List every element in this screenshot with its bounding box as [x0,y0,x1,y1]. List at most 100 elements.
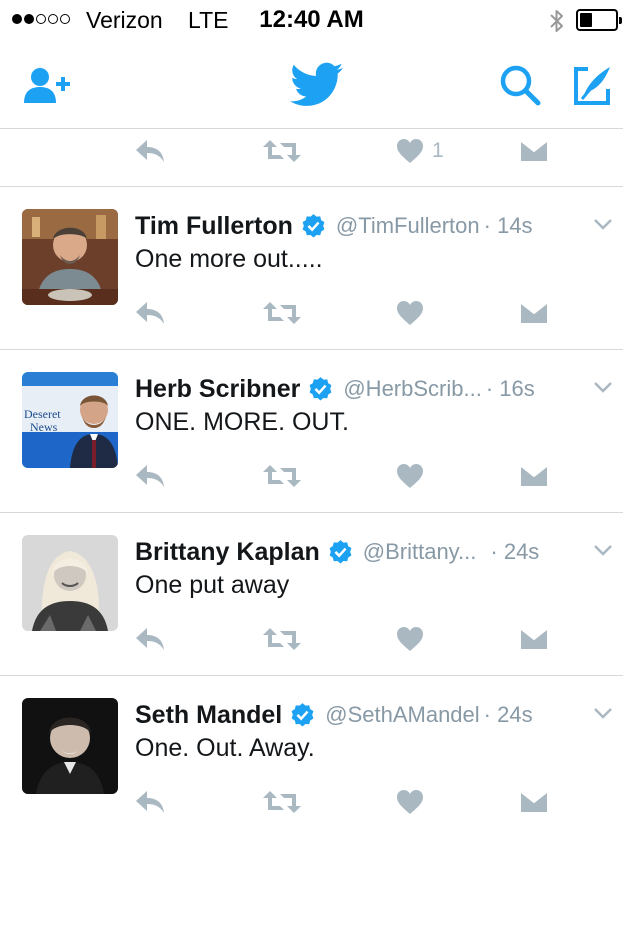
tweet-actions [0,912,623,952]
chevron-down-icon [594,545,612,556]
tweet-header: Herb Scribner @HerbScrib... · 16s [135,372,535,406]
like-button[interactable] [396,619,424,659]
reply-icon [136,628,164,650]
message-icon [519,790,549,814]
direct-message-button[interactable] [519,782,549,822]
author-handle[interactable]: @Brittany... [363,539,477,565]
author-handle[interactable]: @TimFullerton [336,213,480,239]
status-time: 12:40 AM [259,6,364,33]
home-timeline-button[interactable] [288,60,346,110]
direct-message-button[interactable] [519,131,549,171]
tweet-timestamp: · 24s [490,539,540,564]
tweet-header: Brittany Kaplan @Brittany... · 24s [135,535,539,569]
like-button[interactable]: 1 [396,131,444,171]
tweet-options-button[interactable] [593,543,613,561]
chevron-down-icon [594,708,612,719]
author-handle[interactable]: @HerbScrib... [343,376,481,402]
tweet-text: ONE. MORE. OUT. [135,408,349,436]
tweet-timestamp: · 14s [483,213,533,238]
like-button[interactable] [396,456,424,496]
retweet-icon [263,791,301,813]
heart-icon [397,139,423,163]
message-icon [519,301,549,325]
reply-button[interactable] [134,456,166,496]
author-handle[interactable]: @SethAMandel [325,702,479,728]
like-button[interactable] [396,293,424,333]
status-bar: Verizon LTE 12:40 AM [0,0,623,42]
heart-icon [397,464,423,488]
retweet-button[interactable] [262,619,302,659]
tweet-header: Tim Fullerton @TimFullerton · 14s [135,209,533,243]
tweet-options-button[interactable] [593,380,613,398]
verified-badge-icon [329,539,352,564]
chevron-down-icon [594,219,612,230]
bluetooth-icon [550,10,563,32]
direct-message-button[interactable] [519,293,549,333]
retweet-button[interactable] [262,293,302,333]
reply-icon [136,465,164,487]
heart-icon [397,301,423,325]
reply-button[interactable] [134,131,166,171]
tweet-text: One more out..... [135,245,323,273]
verified-badge-icon [309,376,332,401]
avatar[interactable] [22,698,118,794]
tweet-actions [0,782,623,822]
tweet-actions [0,456,623,496]
tweet-text: One put away [135,571,290,599]
author-name[interactable]: Herb Scribner [135,375,300,404]
reply-icon [136,140,164,162]
top-navigation-bar [0,42,623,129]
retweet-button[interactable] [262,782,302,822]
message-icon [519,627,549,651]
tweet-item[interactable]: Brittany Kaplan @Brittany... · 24s One p… [0,513,623,676]
retweet-button[interactable] [262,456,302,496]
battery-icon [576,9,622,31]
reply-button[interactable] [134,619,166,659]
tweet-timestamp: · 16s [485,376,535,401]
avatar[interactable] [22,209,118,305]
avatar[interactable] [22,535,118,631]
add-user-icon [24,68,70,103]
avatar-logo-text: Deseret [24,407,61,421]
tweet-text: One. Out. Away. [135,734,315,762]
tweet-actions [0,293,623,333]
heart-icon [397,627,423,651]
compose-icon [574,67,610,105]
search-button[interactable] [494,60,546,110]
message-icon [519,464,549,488]
reply-icon [136,302,164,324]
reply-button[interactable] [134,293,166,333]
retweet-button[interactable] [262,131,302,171]
retweet-icon [263,140,301,162]
message-icon [519,139,549,163]
direct-message-button[interactable] [519,456,549,496]
direct-message-button[interactable] [519,619,549,659]
tweet-actions [0,619,623,659]
author-name[interactable]: Seth Mandel [135,701,282,730]
author-name[interactable]: Tim Fullerton [135,212,293,241]
avatar[interactable]: Deseret News [22,372,118,468]
verified-badge-icon [302,213,325,238]
add-user-button[interactable] [22,60,74,110]
chevron-down-icon [594,382,612,393]
retweet-icon [263,465,301,487]
reply-icon [136,791,164,813]
like-count: 1 [432,139,444,162]
tweet-header: Seth Mandel @SethAMandel · 24s [135,698,533,732]
verified-badge-icon [291,702,314,727]
tweet-item[interactable]: Deseret News Herb Scribner @HerbScrib...… [0,350,623,513]
tweet-item[interactable]: Tim Fullerton @TimFullerton · 14s One mo… [0,187,623,350]
like-button[interactable] [396,782,424,822]
reply-button[interactable] [134,782,166,822]
heart-icon [397,790,423,814]
tweet-options-button[interactable] [593,706,613,724]
compose-tweet-button[interactable] [566,60,618,110]
tweet-options-button[interactable] [593,217,613,235]
tweet-actions: 1 [0,131,623,171]
twitter-bird-icon [290,62,344,106]
svg-text:News: News [30,420,58,434]
author-name[interactable]: Brittany Kaplan [135,538,320,567]
search-icon [500,65,541,106]
retweet-icon [263,628,301,650]
tweet-timestamp: · 24s [483,702,533,727]
